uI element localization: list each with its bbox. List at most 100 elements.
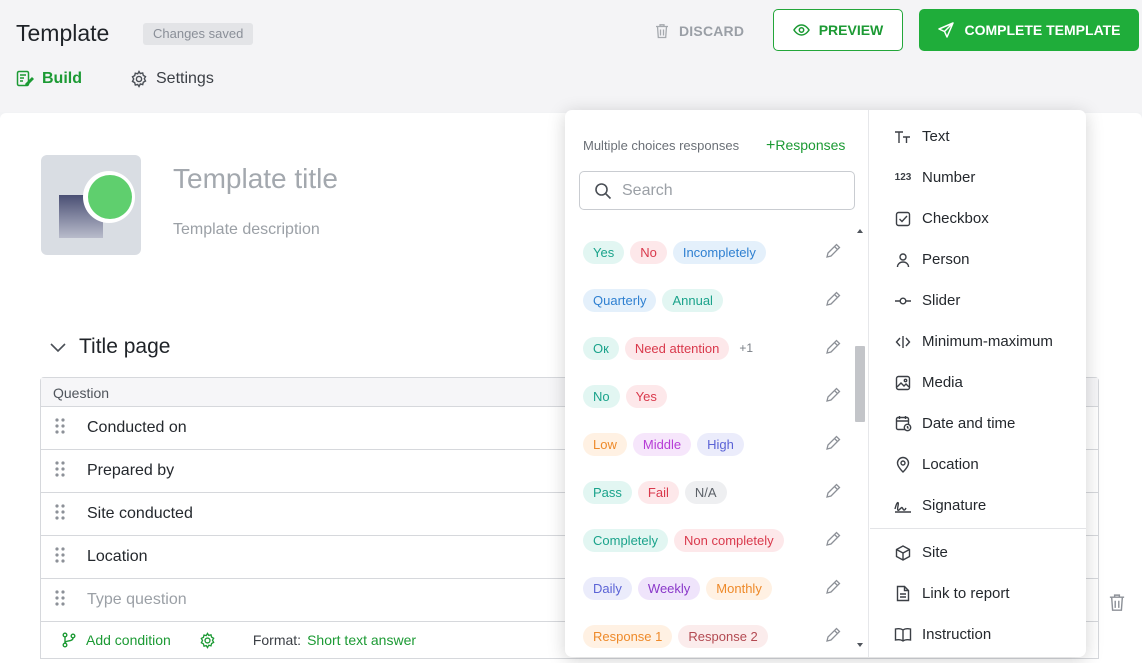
edit-pencil-icon[interactable] [825,531,841,552]
drag-handle-icon[interactable] [41,589,87,611]
type-label: Number [922,169,976,186]
type-person[interactable]: Person [870,239,1086,280]
response-set-row[interactable]: No Yes [583,372,851,420]
calendar-icon [894,415,912,433]
search-input[interactable]: Search [579,171,855,210]
tab-build-label: Build [42,70,82,87]
eye-icon [793,21,811,39]
template-thumbnail[interactable] [41,155,141,255]
response-tag: Weekly [637,576,701,600]
response-set-row[interactable]: Pass Fail N/A [583,468,851,516]
response-tag: N/A [684,480,727,504]
response-tag: Fail [637,480,679,504]
question-label: Site conducted [87,505,193,522]
drag-handle-icon[interactable] [41,503,87,525]
drag-handle-icon[interactable] [41,546,87,568]
min-max-icon [894,333,912,351]
edit-pencil-icon[interactable] [825,243,841,264]
response-tag: Annual [662,288,723,312]
media-icon [894,374,912,392]
response-tag: Daily [583,576,632,600]
type-signature[interactable]: Signature [870,485,1086,526]
type-link-to-report[interactable]: Link to report [870,573,1086,614]
drag-handle-icon[interactable] [41,417,87,439]
location-pin-icon [894,456,912,474]
response-tag: Low [583,432,627,456]
response-tag: Monthly [706,576,772,600]
edit-pencil-icon[interactable] [825,435,841,456]
tab-build[interactable]: Build [16,68,82,90]
edit-pencil-icon[interactable] [825,387,841,408]
status-badge: Changes saved [143,23,254,45]
question-label: Prepared by [87,462,175,479]
type-label: Link to report [922,585,1010,602]
type-location[interactable]: Location [870,444,1086,485]
template-description-input[interactable]: Template description [173,221,320,239]
scrollbar-thumb[interactable] [855,346,865,422]
type-label: Text [922,128,950,145]
drag-handle-icon[interactable] [41,460,87,482]
chevron-down-icon[interactable] [49,338,67,356]
type-checkbox[interactable]: Checkbox [870,198,1086,239]
tab-settings[interactable]: Settings [130,68,214,90]
type-label: Person [922,251,970,268]
search-placeholder: Search [622,181,673,199]
type-text[interactable]: Text [870,116,1086,157]
type-number[interactable]: 123 Number [870,157,1086,198]
branch-icon [60,631,78,649]
response-set-row[interactable]: Low Middle High [583,420,851,468]
type-slider[interactable]: Slider [870,280,1086,321]
type-label: Minimum-maximum [922,333,1053,350]
section-title: Title page [79,335,171,358]
response-set-row[interactable]: Yes No Incompletely [583,228,851,276]
edit-pencil-icon[interactable] [825,627,841,648]
response-tag: Yes [583,240,625,264]
edit-pencil-icon[interactable] [825,483,841,504]
type-label: Instruction [922,626,992,643]
type-site[interactable]: Site [870,532,1086,573]
response-tag: Pass [583,480,632,504]
preview-label: PREVIEW [818,22,884,38]
format-label: Format: [252,632,302,648]
response-tag: Incompletely [672,240,766,264]
page-title: Template [16,20,110,46]
type-media[interactable]: Media [870,362,1086,403]
response-tag: Non completely [674,528,784,552]
book-icon [894,626,912,644]
add-responses-button[interactable]: +Responses [766,137,845,155]
menu-divider [870,528,1086,529]
edit-pencil-icon[interactable] [825,579,841,600]
template-title-input[interactable]: Template title [173,163,338,195]
response-tag: Response 1 [583,624,673,648]
response-tag: No [630,240,667,264]
question-label: Location [87,548,148,565]
response-set-row[interactable]: Quarterly Annual [583,276,851,324]
gear-icon[interactable] [199,631,217,649]
type-instruction[interactable]: Instruction [870,614,1086,655]
gear-icon [130,70,148,88]
delete-question-icon[interactable] [1108,593,1126,617]
response-set-row[interactable]: Ок Need attention +1 [583,324,851,372]
type-label: Location [922,456,979,473]
slider-icon [894,292,912,310]
response-set-row[interactable]: Completely Non completely [583,516,851,564]
edit-pencil-icon[interactable] [825,339,841,360]
response-set-row[interactable]: Daily Weekly Monthly [583,564,851,612]
response-tag: Completely [583,528,669,552]
type-date-time[interactable]: Date and time [870,403,1086,444]
discard-button[interactable]: DISCARD [653,21,744,41]
more-count: +1 [739,341,754,355]
section-header[interactable]: Title page [49,335,170,359]
number-icon: 123 [894,172,912,183]
format-value[interactable]: Short text answer [307,632,416,648]
scrollbar[interactable] [853,226,865,650]
complete-template-button[interactable]: COMPLETE TEMPLATE [919,9,1139,51]
response-tag: Response 2 [678,624,768,648]
add-condition-button[interactable]: Add condition [60,631,171,649]
response-set-row[interactable]: Response 1 Response 2 [583,612,851,660]
edit-pencil-icon[interactable] [825,291,841,312]
question-input[interactable]: Type question [87,591,187,609]
response-tag: Need attention [624,336,730,360]
type-min-max[interactable]: Minimum-maximum [870,321,1086,362]
preview-button[interactable]: PREVIEW [773,9,903,51]
